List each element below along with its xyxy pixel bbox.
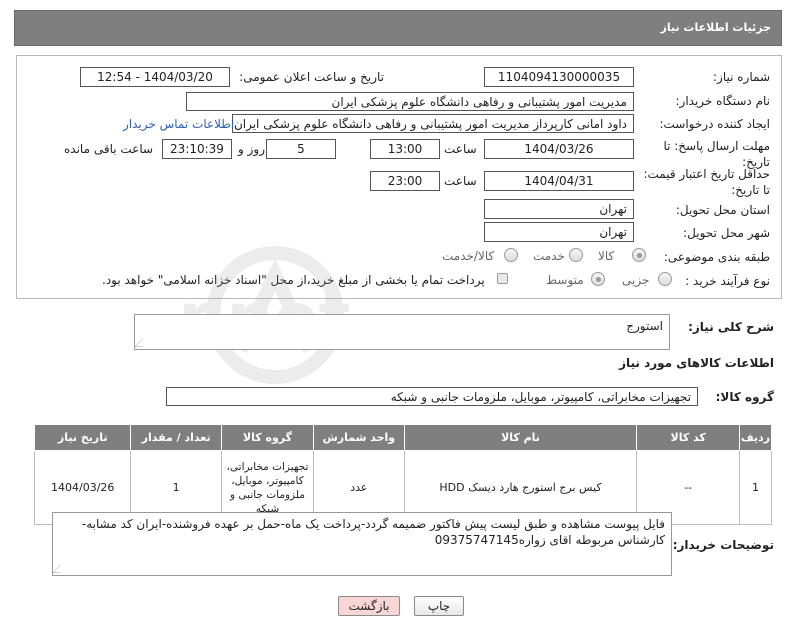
buyer-notes-text: فایل پیوست مشاهده و طبق لیست پیش فاکتور …	[81, 517, 665, 547]
process-radio-minor[interactable]	[658, 272, 672, 286]
need-details-page: جزئیات اطلاعات نیاز شماره نیاز: 11040941…	[0, 0, 788, 632]
category-radio-goods-service[interactable]	[504, 248, 518, 262]
page-title: جزئیات اطلاعات نیاز	[660, 21, 772, 34]
category-option-goods-service: کالا/خدمت	[442, 249, 495, 263]
col-header-quantity: تعداد / مقدار	[130, 424, 222, 451]
summary-field[interactable]: استورج	[134, 314, 670, 350]
goods-section-title: اطلاعات کالاهای مورد نیاز	[619, 356, 774, 370]
col-header-group: گروه کالا	[220, 424, 315, 451]
remaining-days-field[interactable]: 5	[266, 139, 336, 159]
requester-field[interactable]: داود امانی کارپرداز مدیریت امور پشتیبانی…	[232, 114, 634, 133]
category-radio-goods[interactable]	[632, 248, 646, 262]
goods-group-field[interactable]: تجهیزات مخابراتی، کامپیوتر، موبایل، ملزو…	[166, 387, 698, 406]
goods-group-label: گروه کالا:	[715, 390, 774, 404]
need-number-label: شماره نیاز:	[713, 70, 770, 84]
buyer-org-field[interactable]: مدیریت امور پشتیبانی و رفاهی دانشگاه علو…	[186, 92, 634, 111]
buyer-notes-label: توضیحات خریدار:	[672, 538, 774, 552]
price-validity-time-label: ساعت	[444, 174, 477, 188]
delivery-province-label: استان محل تحویل:	[675, 203, 770, 217]
category-label: طبقه بندی موضوعی:	[663, 250, 770, 264]
col-header-need-date: تاریخ نیاز	[33, 424, 132, 451]
col-header-name: نام کالا	[403, 424, 638, 451]
response-time-label: ساعت	[444, 142, 477, 156]
col-header-code: کد کالا	[636, 424, 740, 451]
price-validity-time-field[interactable]: 23:00	[370, 171, 440, 191]
goods-table: ردیف کد کالا نام کالا واحد شمارش گروه کا…	[33, 424, 773, 525]
process-option-medium: متوسط	[546, 273, 584, 287]
remaining-time-field[interactable]: 23:10:39	[162, 139, 232, 159]
print-button[interactable]: چاپ	[414, 596, 464, 616]
remaining-time-label: ساعت باقی مانده	[64, 142, 154, 156]
delivery-city-label: شهر محل تحویل:	[683, 226, 770, 240]
back-button[interactable]: بازگشت	[338, 596, 400, 616]
process-option-minor: جزیی	[622, 273, 650, 287]
delivery-city-field[interactable]: تهران	[484, 222, 634, 242]
announce-datetime-field[interactable]: 1404/03/20 - 12:54	[80, 67, 230, 87]
summary-text: استورج	[626, 319, 663, 333]
treasury-payment-checkbox[interactable]	[497, 273, 508, 284]
days-label: روز و	[238, 142, 265, 156]
resize-grip-icon[interactable]	[135, 339, 150, 347]
cell-row-number: 1	[738, 450, 773, 525]
price-validity-date-field[interactable]: 1404/04/31	[484, 171, 634, 191]
response-date-field[interactable]: 1404/03/26	[484, 139, 634, 159]
buyer-contact-link[interactable]: اطلاعات تماس خریدار	[123, 117, 234, 131]
category-option-goods: کالا	[598, 249, 615, 263]
need-number-field[interactable]: 1104094130000035	[484, 67, 634, 87]
summary-label: شرح کلی نیاز:	[688, 320, 774, 334]
treasury-payment-note: پرداخت تمام یا بخشی از مبلغ خرید،از محل …	[102, 273, 485, 287]
response-time-field[interactable]: 13:00	[370, 139, 440, 159]
col-header-row: ردیف	[738, 424, 773, 451]
page-header: جزئیات اطلاعات نیاز	[14, 10, 782, 46]
col-header-unit: واحد شمارش	[313, 424, 405, 451]
buyer-org-label: نام دستگاه خریدار:	[675, 94, 771, 108]
process-type-label: نوع فرآیند خرید :	[685, 274, 770, 288]
category-radio-service[interactable]	[569, 248, 583, 262]
announce-datetime-label: تاریخ و ساعت اعلان عمومی:	[239, 70, 384, 84]
category-option-service: خدمت	[533, 249, 565, 263]
delivery-province-field[interactable]: تهران	[484, 199, 634, 219]
process-radio-medium[interactable]	[591, 272, 605, 286]
price-validity-label: حداقل تاریخ اعتبار قیمت: تا تاریخ:	[643, 167, 770, 197]
requester-label: ایجاد کننده درخواست:	[659, 117, 770, 131]
buyer-notes-field[interactable]: فایل پیوست مشاهده و طبق لیست پیش فاکتور …	[52, 512, 672, 576]
resize-grip-icon[interactable]	[53, 565, 68, 573]
